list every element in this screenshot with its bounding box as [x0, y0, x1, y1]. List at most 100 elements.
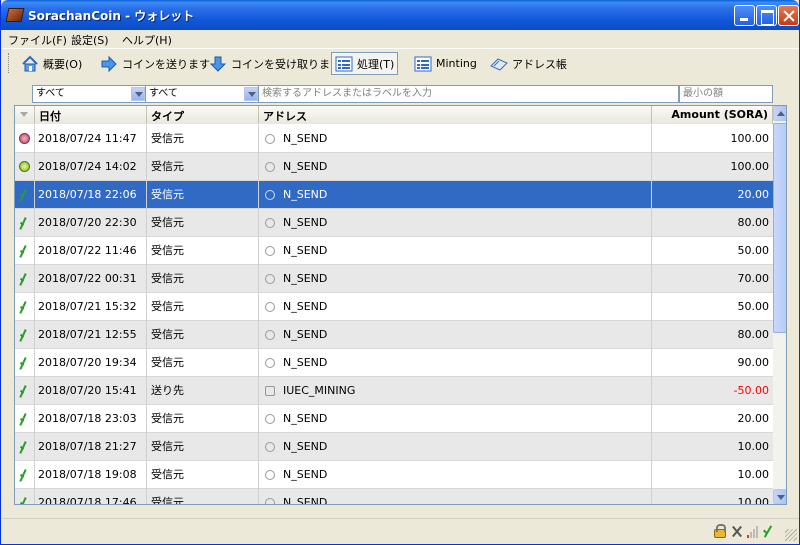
table-row[interactable]: 2018/07/18 21:27 受信元 N_SEND 10.00 — [15, 433, 773, 461]
list-icon — [335, 55, 353, 73]
confirmed-check-icon — [20, 272, 30, 286]
scroll-down-button[interactable] — [773, 489, 786, 504]
incoming-icon — [265, 218, 275, 228]
table-row[interactable]: 2018/07/18 19:08 受信元 N_SEND 10.00 — [15, 461, 773, 489]
minimize-button[interactable] — [734, 5, 755, 26]
table-row[interactable]: 2018/07/18 22:06 受信元 N_SEND 20.00 — [15, 181, 773, 209]
confirmed-check-icon — [20, 496, 30, 504]
menu-file[interactable]: ファイル(F) — [8, 32, 67, 48]
addressbook-icon — [490, 55, 508, 73]
send-coins-button[interactable]: コインを送ります — [97, 52, 213, 75]
amount-cell: 70.00 — [737, 272, 770, 285]
address-cell: N_SEND — [259, 321, 652, 349]
menu-settings[interactable]: 設定(S) — [71, 32, 109, 48]
overview-label: 概要(O) — [43, 57, 83, 71]
receive-coins-label: コインを受け取ります — [231, 57, 341, 71]
close-button[interactable] — [778, 5, 799, 26]
type-column-header[interactable]: タイプ — [147, 106, 259, 124]
type-cell: 受信元 — [147, 265, 259, 293]
tools-icon — [731, 525, 743, 538]
menu-help[interactable]: ヘルプ(H) — [122, 32, 172, 48]
address-label: N_SEND — [283, 216, 328, 229]
overview-button[interactable]: 概要(O) — [18, 52, 85, 75]
table-row[interactable]: 2018/07/21 15:32 受信元 N_SEND 50.00 — [15, 293, 773, 321]
scroll-thumb[interactable] — [773, 123, 786, 333]
date-column-header[interactable]: 日付 — [35, 106, 147, 124]
table-row[interactable]: 2018/07/22 00:31 受信元 N_SEND 70.00 — [15, 265, 773, 293]
search-address-input[interactable]: 検索するアドレスまたはラベルを入力 — [258, 85, 679, 103]
address-label: N_SEND — [283, 132, 328, 145]
date-cell: 2018/07/18 19:08 — [35, 461, 147, 489]
table-row[interactable]: 2018/07/24 11:47 受信元 N_SEND 100.00 — [15, 125, 773, 153]
confirmed-check-icon — [20, 216, 30, 230]
vertical-scrollbar[interactable] — [773, 106, 786, 504]
confirming-clock-icon — [19, 161, 30, 172]
min-amount-input[interactable]: 最小の額 — [679, 85, 773, 103]
table-row[interactable]: 2018/07/18 23:03 受信元 N_SEND 20.00 — [15, 405, 773, 433]
date-cell: 2018/07/20 19:34 — [35, 349, 147, 377]
address-label: N_SEND — [283, 188, 328, 201]
maximize-button[interactable] — [756, 5, 777, 26]
table-row[interactable]: 2018/07/20 15:41 送り先 IUEC_MINING -50.00 — [15, 377, 773, 405]
amount-column-header[interactable]: Amount (SORA) — [652, 106, 773, 124]
type-cell: 受信元 — [147, 433, 259, 461]
table-row[interactable]: 2018/07/20 19:34 受信元 N_SEND 90.00 — [15, 349, 773, 377]
status-cell — [15, 209, 35, 237]
table-row[interactable]: 2018/07/24 14:02 受信元 N_SEND 100.00 — [15, 153, 773, 181]
addressbook-tab[interactable]: アドレス帳 — [487, 52, 570, 75]
table-row[interactable]: 2018/07/22 11:46 受信元 N_SEND 50.00 — [15, 237, 773, 265]
addressbook-label: アドレス帳 — [512, 57, 567, 71]
status-bar — [2, 518, 799, 544]
search-placeholder: 検索するアドレスまたはラベルを入力 — [262, 88, 432, 99]
amount-cell: 10.00 — [737, 440, 770, 453]
incoming-icon — [265, 134, 275, 144]
minting-tab[interactable]: Minting — [411, 52, 480, 75]
address-label: N_SEND — [283, 328, 328, 341]
chevron-down-icon[interactable] — [131, 87, 145, 101]
scroll-up-button[interactable] — [773, 106, 786, 121]
incoming-icon — [265, 330, 275, 340]
address-column-header[interactable]: アドレス — [259, 106, 652, 124]
incoming-icon — [265, 302, 275, 312]
chevron-down-icon[interactable] — [244, 87, 258, 101]
address-cell: N_SEND — [259, 349, 652, 377]
status-cell — [15, 237, 35, 265]
type-cell: 受信元 — [147, 349, 259, 377]
date-filter-select[interactable]: すべて — [32, 85, 147, 103]
unconfirmed-clock-icon — [19, 133, 30, 144]
amount-cell: 50.00 — [737, 244, 770, 257]
confirmed-check-icon — [20, 384, 30, 398]
type-filter-select[interactable]: すべて — [145, 85, 260, 103]
date-cell: 2018/07/24 11:47 — [35, 125, 147, 153]
status-cell — [15, 181, 35, 209]
address-label: N_SEND — [283, 412, 328, 425]
table-row[interactable]: 2018/07/21 12:55 受信元 N_SEND 80.00 — [15, 321, 773, 349]
toolbar-grip[interactable] — [8, 53, 11, 73]
address-cell: N_SEND — [259, 153, 652, 181]
type-cell: 受信元 — [147, 405, 259, 433]
amount-cell: 20.00 — [737, 412, 770, 425]
status-cell — [15, 321, 35, 349]
amount-cell: 50.00 — [737, 300, 770, 313]
date-filter-value: すべて — [36, 88, 65, 99]
address-cell: N_SEND — [259, 405, 652, 433]
title-bar[interactable]: SorachanCoin - ウォレット — [1, 0, 799, 30]
status-cell — [15, 125, 35, 153]
amount-cell: 80.00 — [737, 328, 770, 341]
lock-icon — [714, 524, 726, 538]
table-row[interactable]: 2018/07/18 17:46 受信元 N_SEND 10.00 — [15, 489, 773, 504]
resize-grip[interactable] — [785, 529, 797, 541]
check-icon — [762, 525, 774, 538]
table-header: 日付 タイプ アドレス Amount (SORA) — [15, 106, 773, 124]
address-cell: N_SEND — [259, 125, 652, 153]
status-column-header[interactable] — [15, 106, 35, 124]
transactions-tab[interactable]: 処理(T) — [331, 52, 399, 75]
amount-cell: 100.00 — [730, 132, 770, 145]
table-row[interactable]: 2018/07/20 22:30 受信元 N_SEND 80.00 — [15, 209, 773, 237]
receive-coins-button[interactable]: コインを受け取ります — [206, 52, 344, 75]
date-cell: 2018/07/18 21:27 — [35, 433, 147, 461]
address-cell: N_SEND — [259, 181, 652, 209]
status-cell — [15, 433, 35, 461]
amount-cell: 90.00 — [737, 356, 770, 369]
status-cell — [15, 405, 35, 433]
